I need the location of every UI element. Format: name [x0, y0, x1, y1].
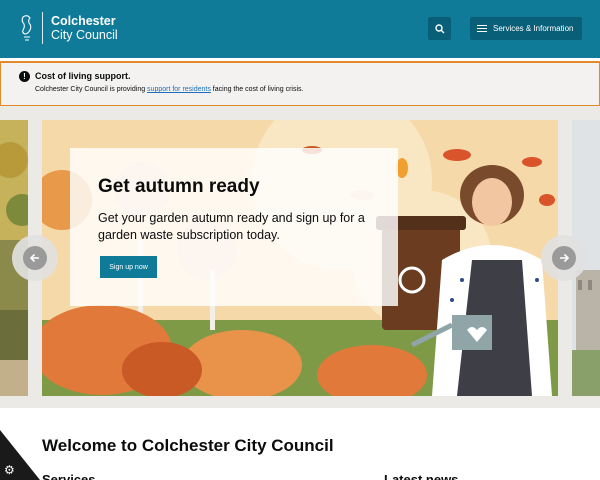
site-header: Colchester City Council Services & Infor…: [0, 0, 600, 58]
crest-icon: [21, 15, 32, 41]
slide-description: Get your garden autumn ready and sign up…: [98, 211, 365, 242]
exclamation-icon: !: [19, 71, 30, 82]
search-button[interactable]: [428, 17, 451, 40]
support-link[interactable]: support for residents: [147, 86, 211, 93]
alert-body: Colchester City Council is providing sup…: [35, 86, 303, 93]
services-menu-button[interactable]: Services & Information: [470, 17, 582, 40]
services-menu-label: Services & Information: [493, 24, 574, 33]
welcome-section: Welcome to Colchester City Council Servi…: [0, 408, 600, 480]
arrow-left-icon: [23, 246, 47, 270]
search-icon: [434, 23, 444, 33]
welcome-title: Welcome to Colchester City Council: [42, 436, 334, 455]
alert-text-before: Colchester City Council is providing: [35, 86, 148, 93]
hamburger-icon: [477, 24, 487, 33]
services-heading: Services: [42, 472, 96, 480]
council-logo[interactable]: Colchester City Council: [20, 12, 118, 44]
logo-divider: [42, 12, 43, 44]
alert-text-after: facing the cost of living crisis.: [210, 86, 304, 93]
arrow-right-icon: [552, 246, 576, 270]
autumn-slide: Get autumn ready Get your garden autumn …: [42, 120, 558, 396]
sign-up-button[interactable]: Sign up now: [100, 256, 157, 278]
alert-title: Cost of living support.: [35, 71, 131, 81]
logo-line1: Colchester: [51, 13, 116, 28]
slide-title: Get autumn ready: [98, 176, 260, 197]
slide-content-card: Get autumn ready Get your garden autumn …: [70, 148, 398, 306]
logo-line2: City Council: [51, 28, 118, 42]
cost-of-living-alert: ! Cost of living support. Colchester Cit…: [0, 61, 600, 106]
gear-icon[interactable]: ⚙: [4, 463, 15, 477]
logo-text: Colchester City Council: [51, 14, 118, 43]
hero-carousel: Get autumn ready Get your garden autumn …: [0, 106, 600, 408]
carousel-next-button[interactable]: [541, 235, 587, 281]
latest-news-heading: Latest news: [384, 472, 459, 480]
carousel-prev-button[interactable]: [12, 235, 58, 281]
